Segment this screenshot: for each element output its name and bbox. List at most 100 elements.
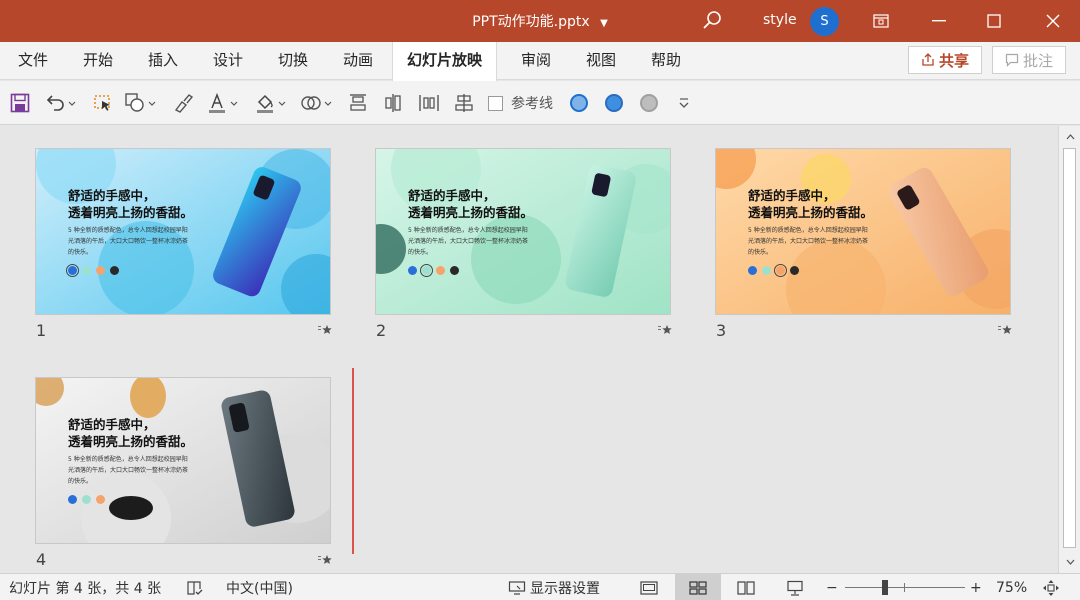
- animation-star-icon[interactable]: [998, 324, 1012, 336]
- tab-view[interactable]: 视图: [584, 42, 618, 80]
- animation-star-icon[interactable]: [318, 554, 332, 566]
- display-settings-button[interactable]: 显示器设置: [508, 578, 600, 598]
- save-button[interactable]: [10, 90, 30, 116]
- display-settings-label: 显示器设置: [530, 581, 600, 597]
- reading-view-button[interactable]: [723, 574, 769, 600]
- animation-star-icon[interactable]: [318, 324, 332, 336]
- slide-position-text[interactable]: 幻灯片 第 4 张，共 4 张: [9, 578, 161, 598]
- slide-show-icon: [787, 580, 803, 596]
- fill-color-button[interactable]: [254, 90, 286, 116]
- maximize-button[interactable]: [971, 0, 1017, 42]
- align-center-button[interactable]: [382, 90, 404, 116]
- book-check-icon: [187, 581, 203, 595]
- undo-icon: [46, 95, 64, 111]
- shape-style-blue-fill-button[interactable]: [603, 90, 625, 116]
- shape-style-gray-button[interactable]: [638, 90, 660, 116]
- tab-file[interactable]: 文件: [16, 42, 50, 80]
- chevron-down-icon: [278, 101, 286, 106]
- tab-help[interactable]: 帮助: [649, 42, 683, 80]
- accessibility-button[interactable]: [186, 578, 204, 598]
- ribbon-display-options-button[interactable]: [858, 0, 904, 42]
- reference-line-checkbox[interactable]: [488, 95, 503, 111]
- slide-sorter-view-button[interactable]: [675, 574, 721, 600]
- chevron-down-icon: [68, 101, 76, 106]
- comment-label: 批注: [1022, 51, 1053, 70]
- fit-window-icon: [1043, 580, 1059, 596]
- title-bar: PPT动作功能.pptx ▼ style S: [0, 0, 1080, 42]
- language-indicator[interactable]: 中文(中国): [226, 578, 293, 598]
- share-icon: [922, 53, 934, 66]
- align-top-icon: [350, 94, 366, 111]
- slide-show-view-button[interactable]: [772, 574, 818, 600]
- circle-style-icon: [640, 94, 658, 112]
- slide-number: 4: [36, 550, 47, 569]
- customize-toolbar-button[interactable]: [678, 90, 690, 116]
- select-objects-button[interactable]: [92, 90, 114, 116]
- font-color-button[interactable]: [206, 90, 238, 116]
- slide-body-text: 5 种全新的质感配色，总令人回想起校园早阳光洒落的午后，大口大口畅饮一整杯冰淙奶…: [748, 227, 869, 256]
- customize-dropdown-icon: [679, 98, 689, 108]
- tab-animations[interactable]: 动画: [341, 42, 375, 80]
- merge-shapes-button[interactable]: [300, 90, 332, 116]
- format-painter-button[interactable]: [172, 90, 194, 116]
- scroll-down-arrow-icon[interactable]: [1062, 554, 1078, 570]
- slide-body-text: 5 种全新的质感配色，总令人回想起校园早阳光洒落的午后，大口大口畅饮一整杯冰淙奶…: [68, 456, 189, 485]
- tab-transitions[interactable]: 切换: [276, 42, 310, 80]
- shapes-button[interactable]: [124, 90, 156, 116]
- swatch-black: [450, 266, 459, 275]
- share-button[interactable]: 共享: [908, 46, 982, 74]
- reference-line-toggle[interactable]: 参考线: [488, 90, 553, 116]
- title-dropdown-icon[interactable]: ▼: [600, 18, 608, 29]
- close-button[interactable]: [1030, 0, 1076, 42]
- comment-button[interactable]: 批注: [992, 46, 1066, 74]
- slide-thumbnail-4[interactable]: 舒适的手感中， 透着明亮上扬的香甜。 5 种全新的质感配色，总令人回想起校园早阳光…: [35, 377, 331, 544]
- swatch-peach: [96, 266, 105, 275]
- circle-style-icon: [605, 94, 623, 112]
- normal-view-button[interactable]: [626, 574, 672, 600]
- distribute-vertical-button[interactable]: [453, 90, 475, 116]
- align-top-button[interactable]: [347, 90, 369, 116]
- slide-title: 舒适的手感中， 透着明亮上扬的香甜。: [68, 188, 194, 220]
- zoom-level[interactable]: 75%: [996, 578, 1027, 598]
- animation-star-icon[interactable]: [658, 324, 672, 336]
- zoom-slider-thumb[interactable]: [882, 580, 888, 595]
- swatch-blue: [66, 264, 79, 277]
- user-name[interactable]: style: [763, 12, 797, 28]
- ribbon-display-icon: [873, 14, 889, 28]
- tab-insert[interactable]: 插入: [146, 42, 180, 80]
- scrollbar-thumb[interactable]: [1063, 148, 1076, 548]
- slide-title: 舒适的手感中， 透着明亮上扬的香甜。: [408, 188, 534, 220]
- share-label: 共享: [938, 51, 969, 70]
- vertical-scrollbar[interactable]: [1058, 126, 1080, 573]
- zoom-in-button[interactable]: +: [970, 578, 982, 598]
- tab-review[interactable]: 审阅: [519, 42, 553, 80]
- shape-style-blue-button[interactable]: [568, 90, 590, 116]
- minimize-button[interactable]: [916, 0, 962, 42]
- search-icon[interactable]: [700, 9, 724, 33]
- undo-button[interactable]: [44, 90, 76, 116]
- swatch-black: [110, 266, 119, 275]
- status-bar: 幻灯片 第 4 张，共 4 张 中文(中国) 显示器设置 − + 75%: [0, 573, 1080, 600]
- tab-home[interactable]: 开始: [81, 42, 115, 80]
- avatar[interactable]: S: [810, 7, 839, 36]
- slide-number: 3: [716, 321, 727, 340]
- slide-thumbnail-3[interactable]: 舒适的手感中， 透着明亮上扬的香甜。 5 种全新的质感配色，总令人回想起校园早阳光…: [715, 148, 1011, 315]
- scroll-up-arrow-icon[interactable]: [1062, 129, 1078, 145]
- maximize-icon: [987, 14, 1001, 28]
- quick-access-toolbar: 参考线: [0, 81, 1080, 125]
- tab-slide-show[interactable]: 幻灯片放映: [392, 42, 498, 81]
- chevron-down-icon: [324, 101, 332, 106]
- slide-thumbnail-2[interactable]: 舒适的手感中， 透着明亮上扬的香甜。 5 种全新的质感配色，总令人回想起校园早阳光…: [375, 148, 671, 315]
- swatch-blue: [408, 266, 417, 275]
- insertion-marker: [352, 368, 354, 554]
- document-title[interactable]: PPT动作功能.pptx: [472, 14, 589, 30]
- color-swatches: [66, 264, 119, 277]
- fit-to-window-button[interactable]: [1042, 578, 1060, 598]
- zoom-out-button[interactable]: −: [826, 578, 838, 598]
- slide-thumbnail-1[interactable]: 舒适的手感中， 透着明亮上扬的香甜。 5 种全新的质感配色，总令人回想起校园早阳光…: [35, 148, 331, 315]
- zoom-slider-track[interactable]: [845, 587, 965, 588]
- reading-view-icon: [737, 580, 755, 595]
- tab-design[interactable]: 设计: [211, 42, 245, 80]
- reference-line-label: 参考线: [511, 96, 553, 112]
- distribute-horizontal-button[interactable]: [418, 90, 440, 116]
